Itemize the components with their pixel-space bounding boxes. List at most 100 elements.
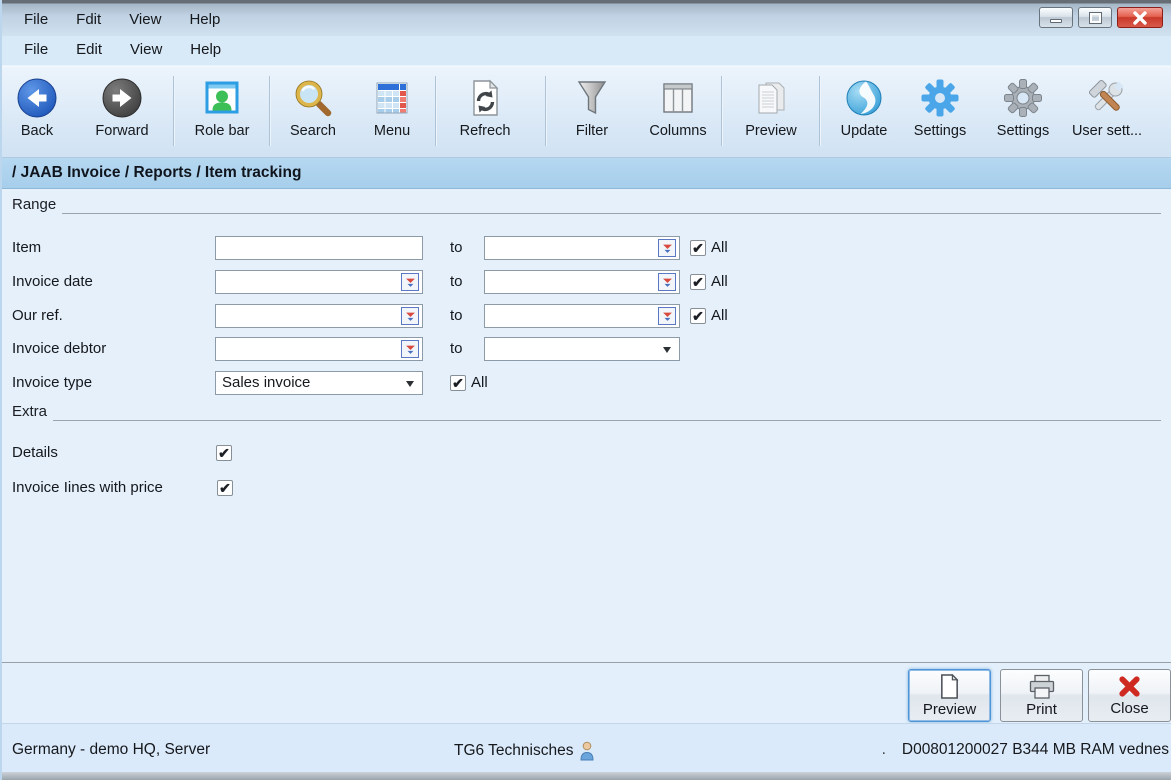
invoice-debtor-label: Invoice debtor (12, 337, 106, 361)
item-to-input[interactable] (484, 236, 680, 260)
refresh-button[interactable]: Refrech (443, 74, 527, 152)
item-all-checkbox[interactable]: ✔ (690, 240, 706, 256)
forward-button[interactable]: Forward (78, 74, 166, 152)
toolbar-separator (721, 76, 722, 146)
invoice-lines-checkbox[interactable]: ✔ (217, 480, 233, 496)
menubar: File Edit View Help (2, 36, 1171, 66)
invoice-date-label: Invoice date (12, 270, 93, 294)
invoice-debtor-from-lookup-button[interactable] (401, 340, 419, 358)
gear-blue-icon (900, 74, 980, 122)
form-area: Range Item to ✔ All Invoice date to ✔ Al… (2, 189, 1171, 663)
app-window: File Fdit View Help File Edit View Help (0, 0, 1171, 780)
printer-icon (1027, 674, 1057, 700)
close-window-button[interactable] (1117, 7, 1163, 28)
toolbar-separator (435, 76, 436, 146)
invoice-date-to-input[interactable] (484, 270, 680, 294)
our-ref-to-label: to (450, 304, 463, 328)
search-button[interactable]: Search (275, 74, 351, 152)
user-settings-button[interactable]: User sett... (1062, 74, 1152, 152)
title-menu-view[interactable]: View (115, 7, 175, 36)
details-checkbox[interactable]: ✔ (216, 445, 232, 461)
our-ref-label: Our ref. (12, 304, 63, 328)
invoice-type-dropdown[interactable]: Sales invoice (215, 371, 423, 395)
item-from-input[interactable] (215, 236, 423, 260)
print-button[interactable]: Print (1000, 669, 1083, 722)
chevron-down-icon (406, 381, 414, 387)
menu-edit[interactable]: Edit (62, 37, 116, 64)
item-all-label: All (711, 236, 728, 260)
update-icon (824, 74, 904, 122)
filter-button[interactable]: Filter (552, 74, 632, 152)
chevron-down-icon (663, 347, 671, 353)
preview-toolbar-button[interactable]: Preview (729, 74, 813, 152)
item-label: Item (12, 236, 41, 260)
invoice-type-all-label: All (471, 371, 488, 395)
columns-button[interactable]: Columns (636, 74, 720, 152)
invoice-date-all-label: All (711, 270, 728, 294)
our-ref-all-checkbox[interactable]: ✔ (690, 308, 706, 324)
role-bar-icon (180, 74, 264, 122)
our-ref-all-label: All (711, 304, 728, 328)
our-ref-from-lookup-button[interactable] (401, 307, 419, 325)
settings-gray-button[interactable]: Settings (983, 74, 1063, 152)
lookup-icon (662, 243, 673, 254)
back-icon (2, 74, 72, 122)
preview-pages-icon (729, 74, 813, 122)
forward-icon (78, 74, 166, 122)
minimize-button[interactable] (1039, 7, 1073, 28)
item-to-lookup-button[interactable] (658, 239, 676, 257)
invoice-lines-label: Invoice Iines with price (12, 476, 163, 500)
columns-icon (636, 74, 720, 122)
range-group-line (62, 213, 1161, 214)
title-menu-items: File Fdit View Help (2, 7, 234, 36)
close-x-icon (1117, 674, 1142, 699)
search-icon (275, 74, 351, 122)
invoice-date-from-lookup-button[interactable] (401, 273, 419, 291)
menu-button[interactable]: Menu (354, 74, 430, 152)
title-menu-file[interactable]: File (10, 7, 62, 36)
breadcrumb: / JAAB Invoice / Reports / Item tracking (2, 158, 1171, 189)
lookup-icon (662, 311, 673, 322)
window-controls (1039, 7, 1163, 28)
title-menu-edit[interactable]: Fdit (62, 7, 115, 36)
invoice-date-all-checkbox[interactable]: ✔ (690, 274, 706, 290)
extra-group-title: Extra (12, 403, 47, 420)
toolbar: Back Forward Role b (2, 66, 1171, 158)
status-bar: Germany - demo HQ, Server TG6 Technische… (2, 723, 1171, 772)
our-ref-from-input[interactable] (215, 304, 423, 328)
gear-gray-icon (983, 74, 1063, 122)
status-system-info: .D00801200027 B344 MB RAM vednes (882, 741, 1169, 759)
preview-button[interactable]: Preview (908, 669, 991, 722)
invoice-date-to-lookup-button[interactable] (658, 273, 676, 291)
refresh-icon (443, 74, 527, 122)
invoice-date-from-input[interactable] (215, 270, 423, 294)
tools-icon (1062, 74, 1152, 122)
role-bar-button[interactable]: Role bar (180, 74, 264, 152)
toolbar-separator (819, 76, 820, 146)
invoice-debtor-to-label: to (450, 337, 463, 361)
invoice-date-to-label: to (450, 270, 463, 294)
toolbar-separator (269, 76, 270, 146)
our-ref-to-input[interactable] (484, 304, 680, 328)
minimize-icon (1050, 19, 1062, 23)
menu-grid-icon (354, 74, 430, 122)
maximize-button[interactable] (1078, 7, 1112, 28)
invoice-debtor-from-input[interactable] (215, 337, 423, 361)
invoice-type-all-checkbox[interactable]: ✔ (450, 375, 466, 391)
back-button[interactable]: Back (2, 74, 72, 152)
lookup-icon (405, 344, 416, 355)
our-ref-to-lookup-button[interactable] (658, 307, 676, 325)
close-button[interactable]: Close (1088, 669, 1171, 722)
update-button[interactable]: Update (824, 74, 904, 152)
title-menu-help[interactable]: Help (175, 7, 234, 36)
invoice-type-label: Invoice type (12, 371, 92, 395)
toolbar-separator (545, 76, 546, 146)
menu-view[interactable]: View (116, 37, 176, 64)
settings-blue-button[interactable]: Settings (900, 74, 980, 152)
menu-help[interactable]: Help (176, 37, 235, 64)
window-bottom-edge (2, 772, 1171, 780)
menu-file[interactable]: File (10, 37, 62, 64)
filter-icon (552, 74, 632, 122)
invoice-type-value: Sales invoice (222, 374, 310, 391)
invoice-debtor-to-dropdown[interactable] (484, 337, 680, 361)
